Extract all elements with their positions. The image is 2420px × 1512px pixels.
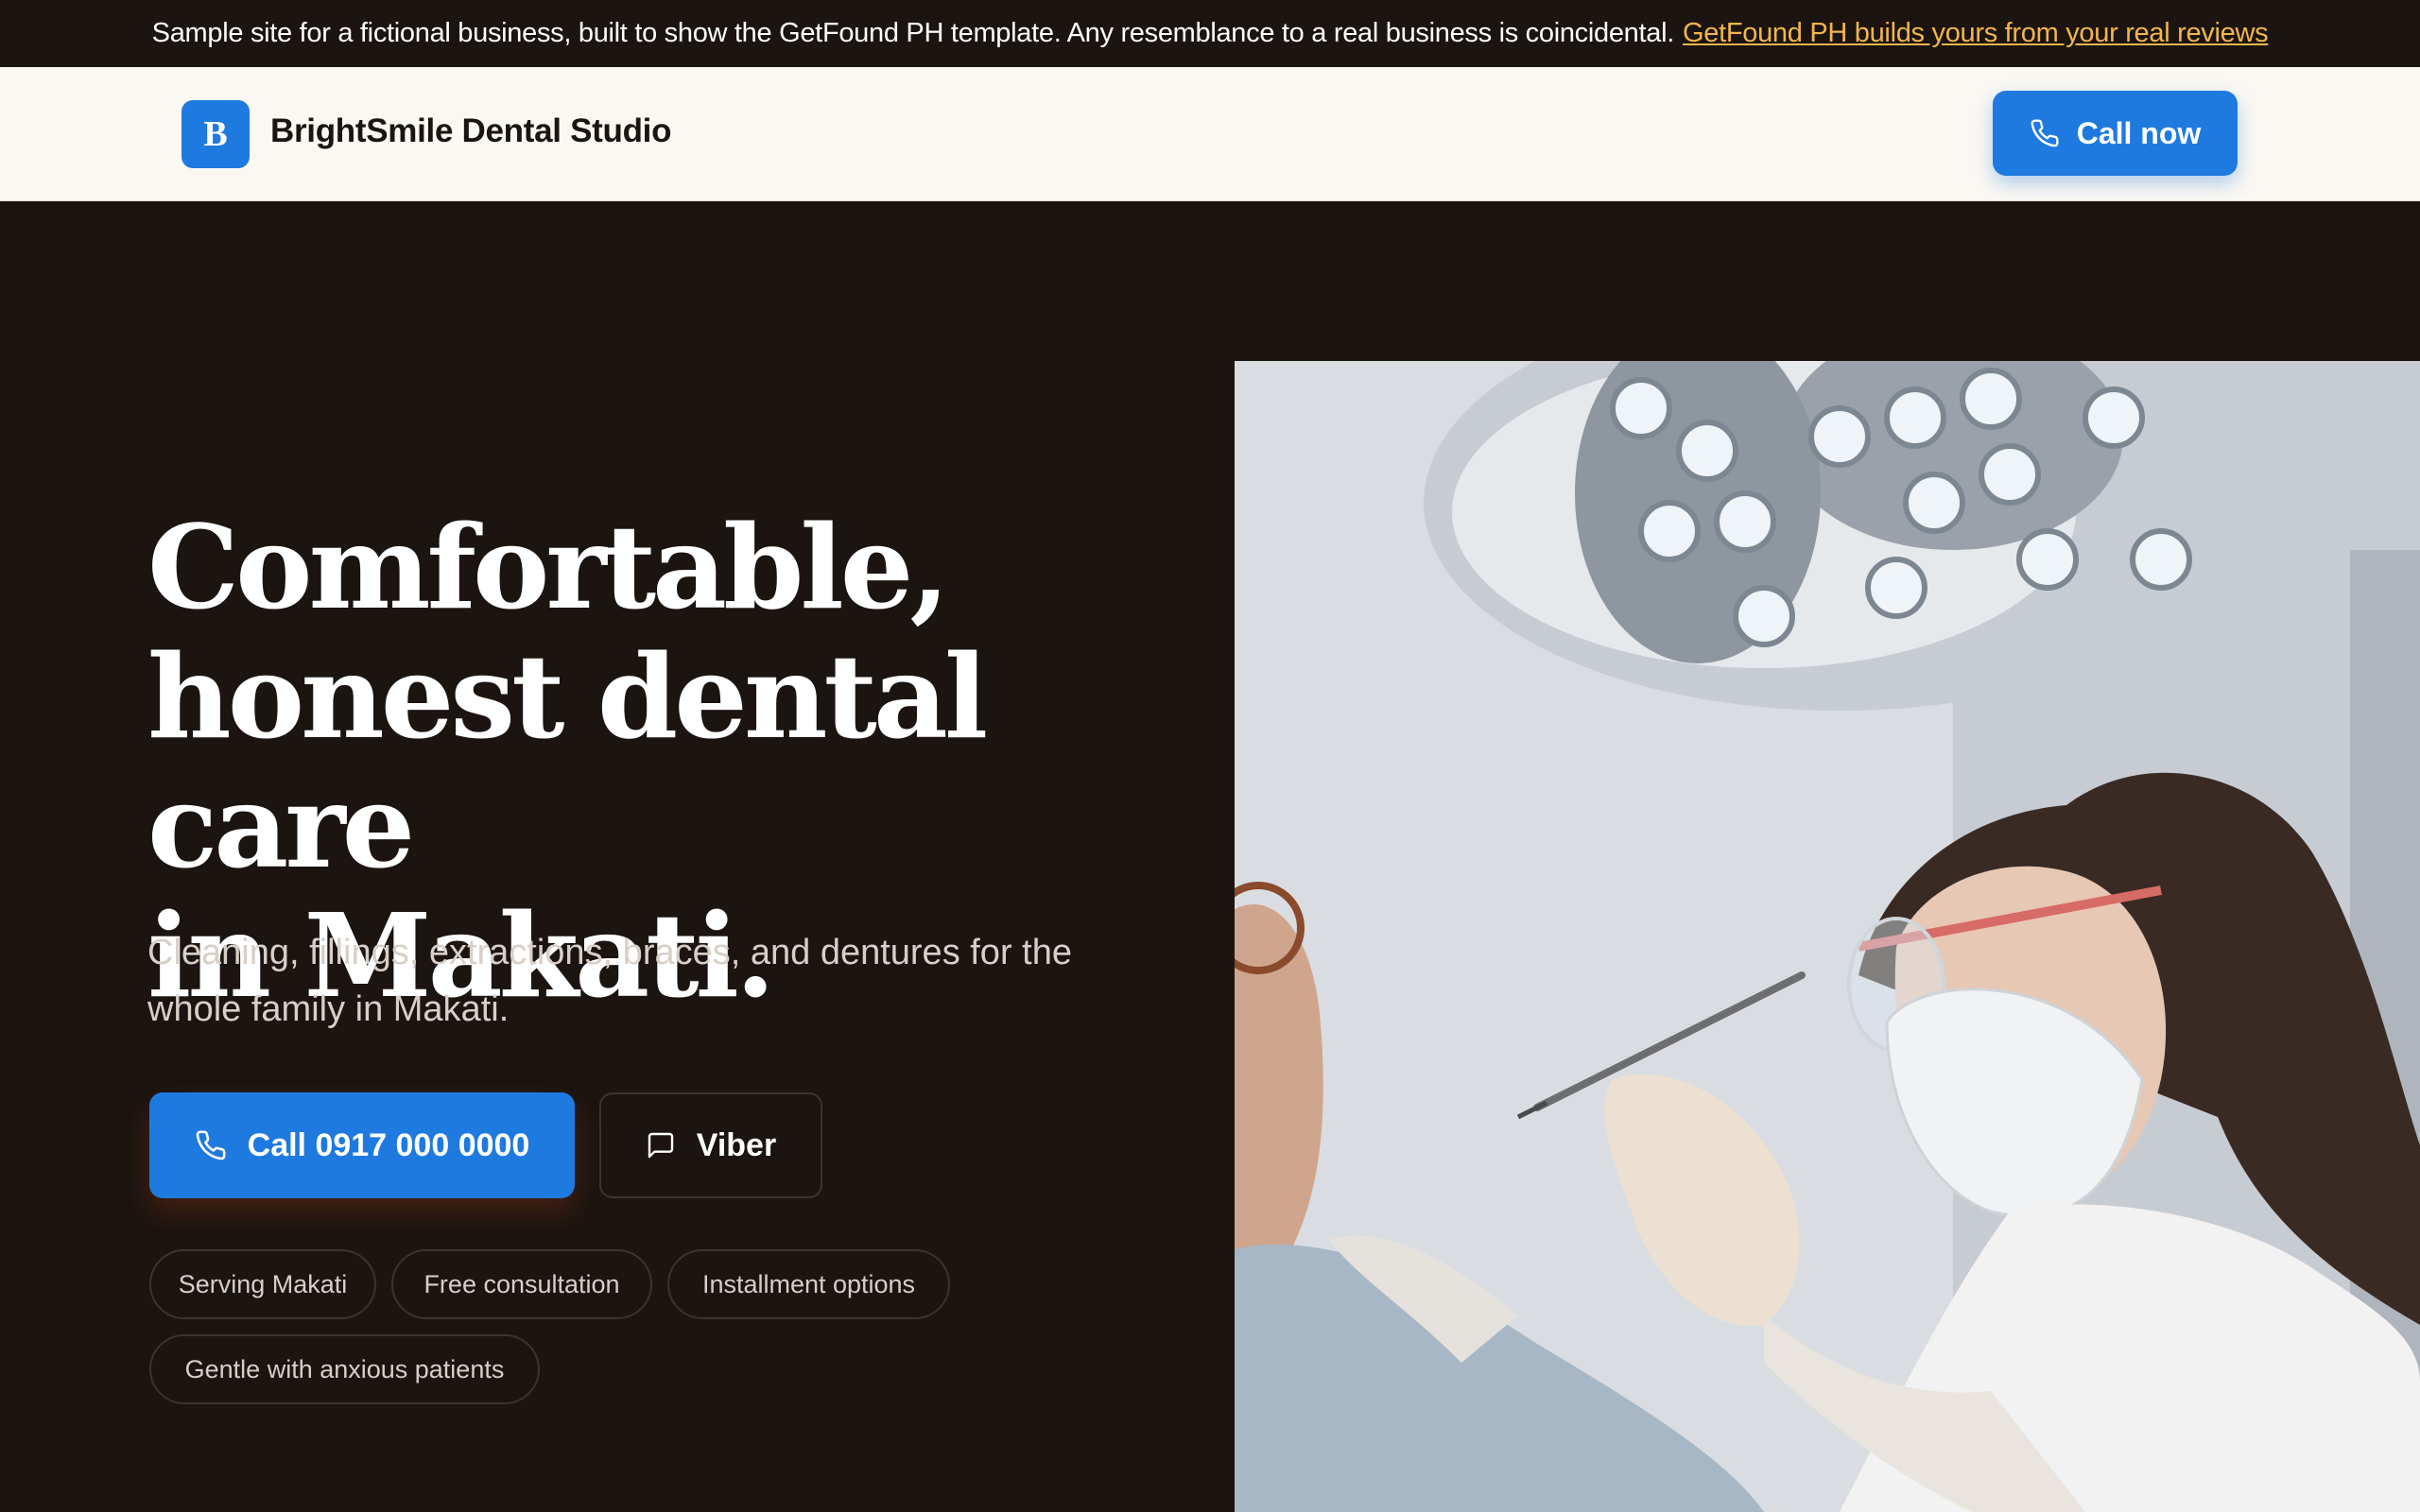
hero-title-line-2: honest dental care [147, 628, 988, 894]
chip-serving-makati: Serving Makati [149, 1249, 376, 1319]
chip-installment-options: Installment options [667, 1249, 950, 1319]
chat-bubble-icon [648, 1132, 673, 1159]
viber-label: Viber [696, 1126, 777, 1163]
brand-name[interactable]: BrightSmile Dental Studio [270, 112, 672, 150]
call-phone-label: Call 0917 000 0000 [247, 1126, 530, 1163]
hero-photo-dentist [1235, 361, 2420, 1512]
chip-free-consultation: Free consultation [391, 1249, 652, 1319]
top-banner: Sample site for a fictional business, bu… [0, 0, 2420, 67]
phone-icon [196, 1130, 226, 1160]
call-now-label: Call now [2076, 115, 2202, 150]
brand-logo[interactable]: B [182, 100, 250, 168]
banner-text: Sample site for a fictional business, bu… [151, 18, 1675, 48]
hero-title-line-1: Comfortable, [147, 499, 950, 635]
site-header: B BrightSmile Dental Studio Call now [0, 67, 2420, 201]
chip-gentle-anxious: Gentle with anxious patients [149, 1334, 540, 1404]
viber-button[interactable]: Viber [599, 1092, 822, 1198]
dentist-photo-illustration [1235, 361, 2420, 1512]
hero-subtitle: Cleaning, fillings, extractions, braces,… [147, 933, 1072, 1029]
banner-link[interactable]: GetFound PH builds yours from your real … [1683, 18, 2269, 49]
call-now-button[interactable]: Call now [1993, 91, 2238, 176]
phone-icon [2031, 119, 2059, 147]
call-phone-button[interactable]: Call 0917 000 0000 [149, 1092, 575, 1198]
